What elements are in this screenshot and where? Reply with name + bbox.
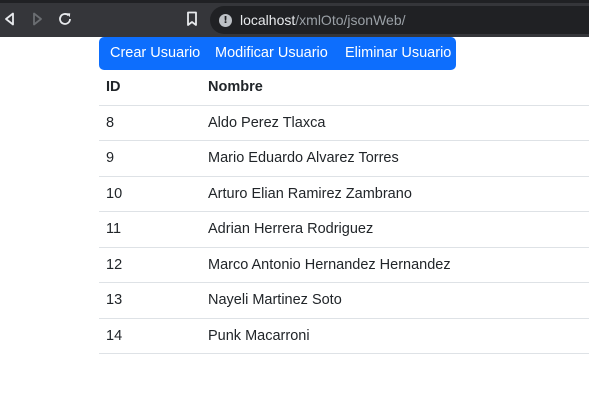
reload-icon[interactable] — [55, 9, 75, 29]
back-arrow-icon[interactable] — [0, 9, 20, 29]
cell-nombre: Aldo Perez Tlaxca — [201, 105, 589, 141]
table-header-row: ID Nombre — [99, 70, 589, 106]
table-row: 13 Nayeli Martinez Soto — [99, 282, 589, 319]
cell-nombre: Arturo Elian Ramirez Zambrano — [201, 176, 589, 212]
cell-nombre: Mario Eduardo Alvarez Torres — [201, 140, 589, 177]
column-header-nombre: Nombre — [201, 70, 589, 106]
browser-toolbar: ! localhost/xmlOto/jsonWeb/ — [0, 0, 589, 37]
user-actions-button-group: Crear Usuario Modificar Usuario Eliminar… — [99, 37, 456, 70]
users-table: ID Nombre 8 Aldo Perez Tlaxca 9 Mario Ed… — [99, 70, 589, 354]
forward-arrow-icon[interactable] — [27, 9, 47, 29]
table-row: 9 Mario Eduardo Alvarez Torres — [99, 140, 589, 177]
site-info-icon[interactable]: ! — [219, 13, 232, 27]
modify-user-button[interactable]: Modificar Usuario — [215, 37, 328, 70]
cell-id: 12 — [99, 247, 201, 283]
url-text[interactable]: localhost/xmlOto/jsonWeb/ — [240, 12, 406, 28]
cell-id: 10 — [99, 176, 201, 212]
table-row: 11 Adrian Herrera Rodriguez — [99, 211, 589, 248]
cell-nombre: Nayeli Martinez Soto — [201, 282, 589, 319]
cell-id: 8 — [99, 105, 201, 141]
tab-strip — [0, 0, 589, 3]
create-user-button[interactable]: Crear Usuario — [110, 37, 200, 70]
delete-user-button[interactable]: Eliminar Usuario — [345, 37, 451, 70]
address-bar[interactable]: ! localhost/xmlOto/jsonWeb/ — [210, 6, 589, 34]
cell-id: 11 — [99, 211, 201, 248]
cell-nombre: Adrian Herrera Rodriguez — [201, 211, 589, 248]
cell-nombre: Punk Macarroni — [201, 318, 589, 354]
table-row: 8 Aldo Perez Tlaxca — [99, 105, 589, 141]
table-row: 14 Punk Macarroni — [99, 318, 589, 354]
cell-id: 9 — [99, 140, 201, 177]
url-host: localhost — [240, 12, 296, 28]
cell-id: 13 — [99, 282, 201, 319]
url-path: /xmlOto/jsonWeb/ — [295, 12, 406, 28]
bookmark-icon[interactable] — [182, 9, 202, 29]
table-row: 10 Arturo Elian Ramirez Zambrano — [99, 176, 589, 212]
table-row: 12 Marco Antonio Hernandez Hernandez — [99, 247, 589, 283]
cell-nombre: Marco Antonio Hernandez Hernandez — [201, 247, 589, 283]
column-header-id: ID — [99, 70, 201, 106]
cell-id: 14 — [99, 318, 201, 354]
